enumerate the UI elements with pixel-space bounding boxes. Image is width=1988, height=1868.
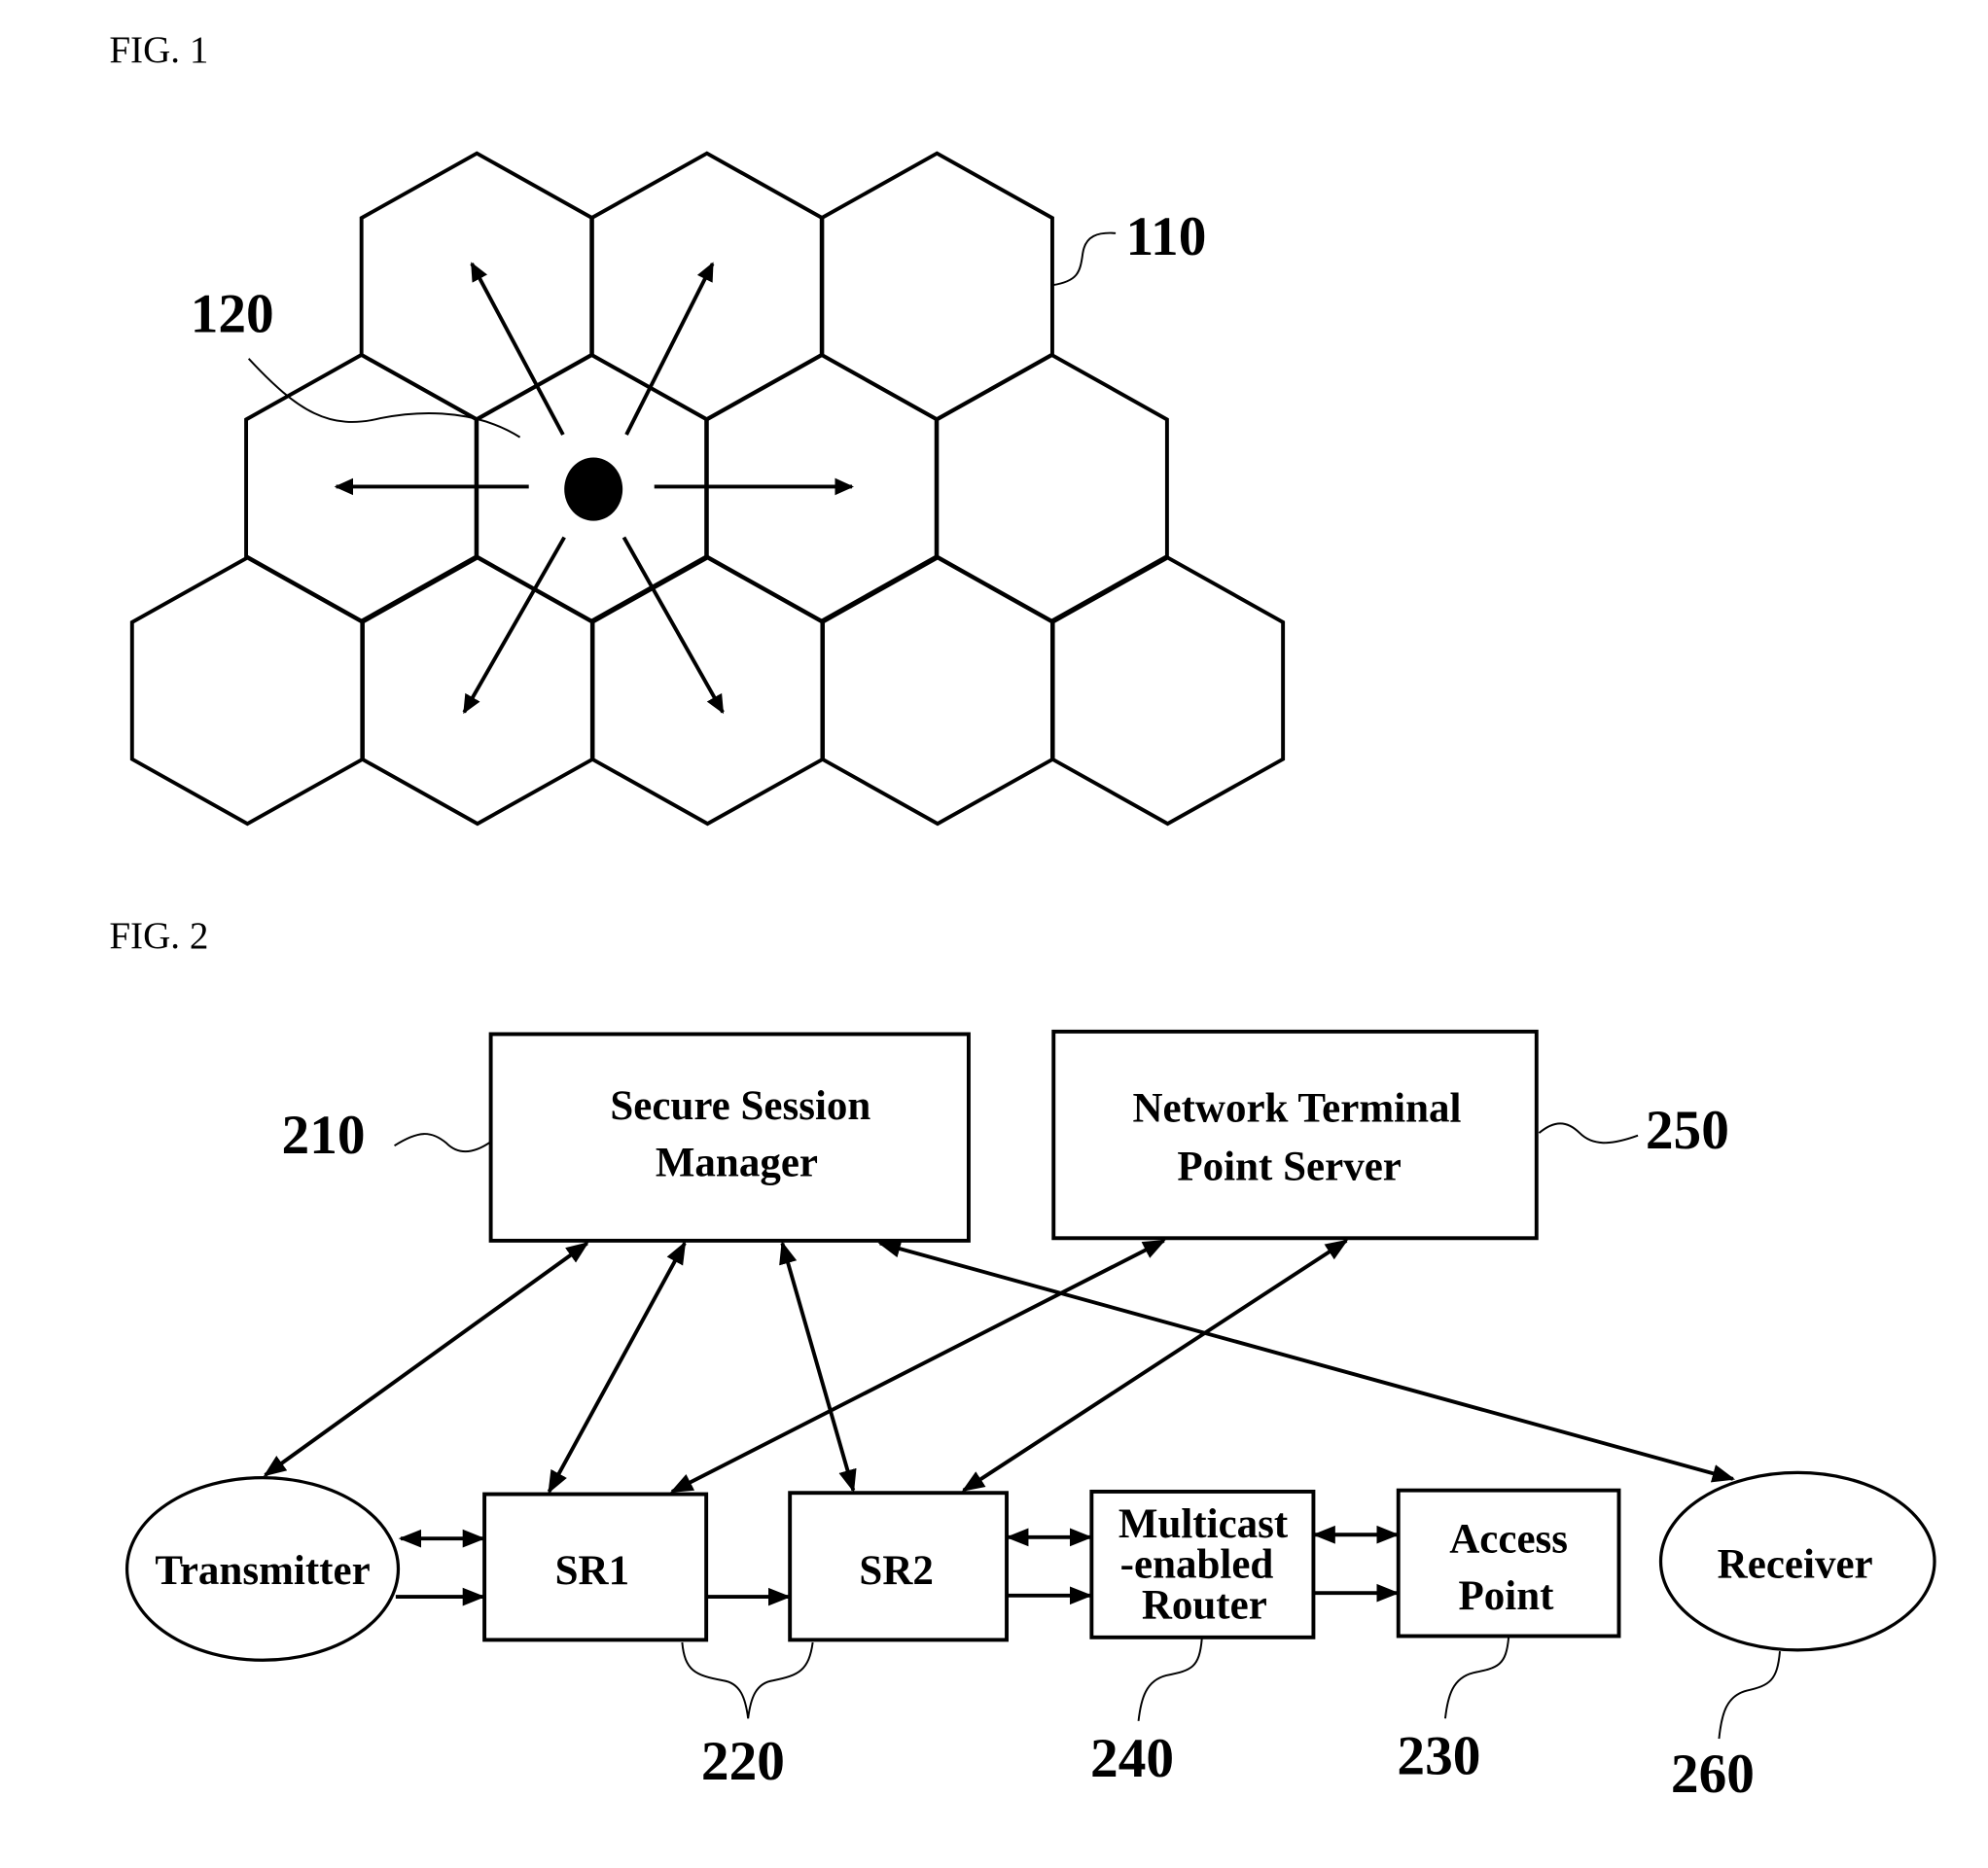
- ref-230: 230: [1397, 1726, 1480, 1787]
- link-ssm-transmitter: [263, 1241, 589, 1477]
- link-ntps-sr1: [669, 1239, 1166, 1494]
- ap-line-2: Point: [1459, 1573, 1555, 1619]
- fig2-label: FIG. 2: [109, 915, 208, 957]
- router-line-1: Multicast: [1118, 1501, 1289, 1547]
- secure-session-manager-node: Secure Session Manager: [488, 1032, 971, 1243]
- arrow-down-left: [462, 536, 566, 715]
- ref-250: 250: [1646, 1100, 1729, 1161]
- sr1-node: SR1: [482, 1492, 709, 1642]
- ref-120: 120: [191, 283, 274, 344]
- ref-220: 220: [701, 1731, 785, 1792]
- control-links: [263, 1239, 1736, 1494]
- source-node-dot: [564, 457, 623, 521]
- access-point-node: Access Point: [1396, 1488, 1621, 1639]
- router-line-3: Router: [1142, 1582, 1267, 1628]
- ref-260-leader: [1718, 1651, 1781, 1740]
- hex-cell: [359, 151, 594, 422]
- ref-220-brace: [681, 1641, 814, 1719]
- hex-cell: [934, 352, 1169, 623]
- receiver-node: Receiver: [1658, 1470, 1936, 1652]
- sr2-label: SR2: [859, 1548, 933, 1594]
- ap-line-1: Access: [1449, 1516, 1568, 1562]
- ref-110: 110: [1126, 206, 1207, 267]
- ref-120-leader: [247, 358, 521, 439]
- hex-cell: [589, 151, 825, 422]
- patent-drawing: FIG. 1 120 110 FIG. 2 Secure Session Man…: [109, 29, 1936, 1805]
- hex-cell: [1049, 555, 1286, 827]
- multicast-router-node: Multicast -enabled Router: [1089, 1489, 1316, 1639]
- hex-cell: [589, 555, 826, 827]
- transmitter-node: Transmitter: [124, 1475, 401, 1662]
- ref-240: 240: [1090, 1728, 1174, 1789]
- hex-cell: [129, 555, 365, 827]
- ref-210: 210: [282, 1105, 366, 1166]
- ref-110-leader: [1051, 231, 1117, 287]
- ssm-line-2: Manager: [656, 1140, 818, 1185]
- ntps-line-1: Network Terminal: [1132, 1085, 1461, 1131]
- router-line-2: -enabled: [1120, 1542, 1274, 1588]
- hex-cell: [819, 151, 1054, 422]
- sr2-node: SR2: [788, 1491, 1009, 1642]
- arrow-up-left: [470, 262, 565, 436]
- ref-210-leader: [394, 1133, 492, 1153]
- sr1-label: SR1: [555, 1548, 629, 1594]
- ref-260: 260: [1671, 1744, 1755, 1805]
- link-ssm-sr2: [779, 1241, 857, 1493]
- ref-240-leader: [1137, 1639, 1203, 1721]
- ref-230-leader: [1443, 1637, 1510, 1719]
- arrow-down-right: [621, 536, 725, 715]
- link-ssm-sr1: [547, 1241, 687, 1494]
- link-ntps-sr2: [961, 1239, 1349, 1493]
- transmitter-label: Transmitter: [155, 1548, 370, 1594]
- ntps-line-2: Point Server: [1177, 1144, 1401, 1189]
- arrow-up-right: [624, 262, 715, 436]
- link-ssm-receiver: [877, 1240, 1736, 1483]
- ssm-line-1: Secure Session: [610, 1083, 870, 1129]
- hex-cell: [820, 555, 1055, 827]
- fig1-label: FIG. 1: [109, 29, 208, 71]
- network-terminal-point-server-node: Network Terminal Point Server: [1051, 1029, 1539, 1241]
- receiver-label: Receiver: [1718, 1542, 1873, 1588]
- ref-250-leader: [1538, 1122, 1639, 1145]
